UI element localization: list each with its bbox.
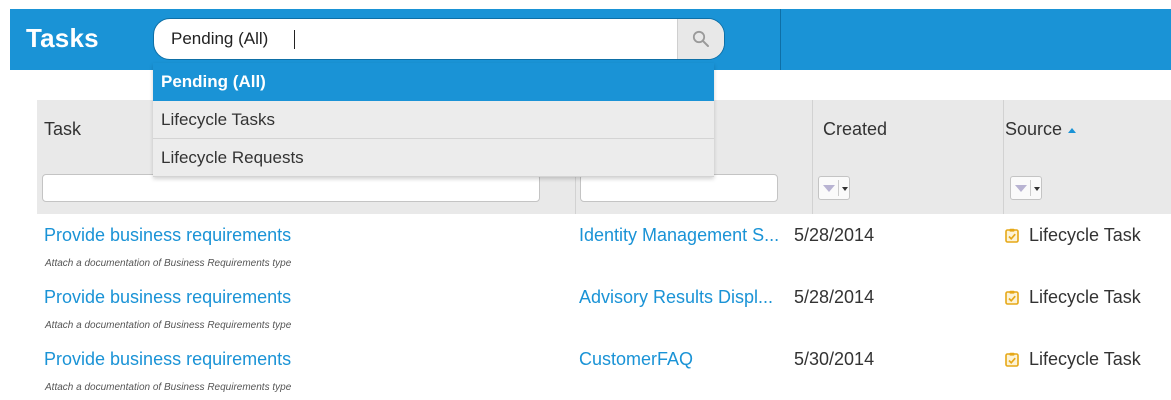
page-title: Tasks — [26, 23, 99, 53]
source-cell: Lifecycle Task — [1005, 225, 1141, 246]
column-separator — [1003, 100, 1004, 214]
search-dropdown: Pending (All) Lifecycle Tasks Lifecycle … — [153, 63, 714, 177]
filter-icon — [823, 185, 835, 192]
created-date: 5/28/2014 — [794, 287, 875, 307]
filter-button-separator — [1030, 180, 1031, 196]
filter-button-separator — [838, 180, 839, 196]
dropdown-option-pending-all[interactable]: Pending (All) — [153, 63, 714, 101]
task-checkbox-icon — [1005, 352, 1019, 367]
source-filter-button[interactable] — [1010, 176, 1042, 200]
table-row: Provide business requirements Attach a d… — [37, 214, 1171, 276]
artifact-link[interactable]: Identity Management S... — [579, 225, 803, 246]
created-date: 5/28/2014 — [794, 225, 875, 245]
task-filter-input[interactable] — [42, 174, 540, 202]
task-description: Attach a documentation of Business Requi… — [45, 320, 292, 331]
artifact-link[interactable]: Advisory Results Displ... — [579, 287, 803, 308]
task-link[interactable]: Provide business requirements — [44, 225, 291, 246]
source-label: Lifecycle Task — [1029, 349, 1141, 369]
top-bar: Tasks — [10, 9, 1171, 70]
filter-icon — [1015, 185, 1027, 192]
text-caret — [294, 30, 295, 49]
source-label: Lifecycle Task — [1029, 225, 1141, 245]
created-filter-button[interactable] — [818, 176, 850, 200]
task-description: Attach a documentation of Business Requi… — [45, 382, 292, 393]
task-checkbox-icon — [1005, 290, 1019, 305]
artifact-link[interactable]: CustomerFAQ — [579, 349, 803, 370]
dropdown-option-lifecycle-requests[interactable]: Lifecycle Requests — [153, 139, 714, 177]
table-row: Provide business requirements Attach a d… — [37, 338, 1171, 400]
task-link[interactable]: Provide business requirements — [44, 287, 291, 308]
header-divider — [780, 9, 781, 70]
column-separator — [812, 100, 813, 214]
search-button[interactable] — [677, 19, 724, 59]
dropdown-option-lifecycle-tasks[interactable]: Lifecycle Tasks — [153, 101, 714, 139]
search-input[interactable] — [171, 28, 651, 50]
table-row: Provide business requirements Attach a d… — [37, 276, 1171, 338]
task-link[interactable]: Provide business requirements — [44, 349, 291, 370]
created-date: 5/30/2014 — [794, 349, 875, 369]
source-label: Lifecycle Task — [1029, 287, 1141, 307]
chevron-down-icon — [842, 187, 848, 191]
column-header-created[interactable]: Created — [823, 119, 887, 140]
column-header-task[interactable]: Task — [44, 119, 81, 140]
source-cell: Lifecycle Task — [1005, 287, 1141, 308]
search-combobox[interactable] — [153, 18, 725, 60]
source-cell: Lifecycle Task — [1005, 349, 1141, 370]
task-checkbox-icon — [1005, 228, 1019, 243]
sort-ascending-icon — [1068, 127, 1077, 133]
task-description: Attach a documentation of Business Requi… — [45, 258, 292, 269]
artifact-filter-input[interactable] — [580, 174, 778, 202]
column-header-source-label: Source — [1005, 119, 1063, 139]
chevron-down-icon — [1034, 187, 1040, 191]
search-icon — [692, 30, 709, 47]
column-header-source[interactable]: Source — [1005, 119, 1077, 140]
